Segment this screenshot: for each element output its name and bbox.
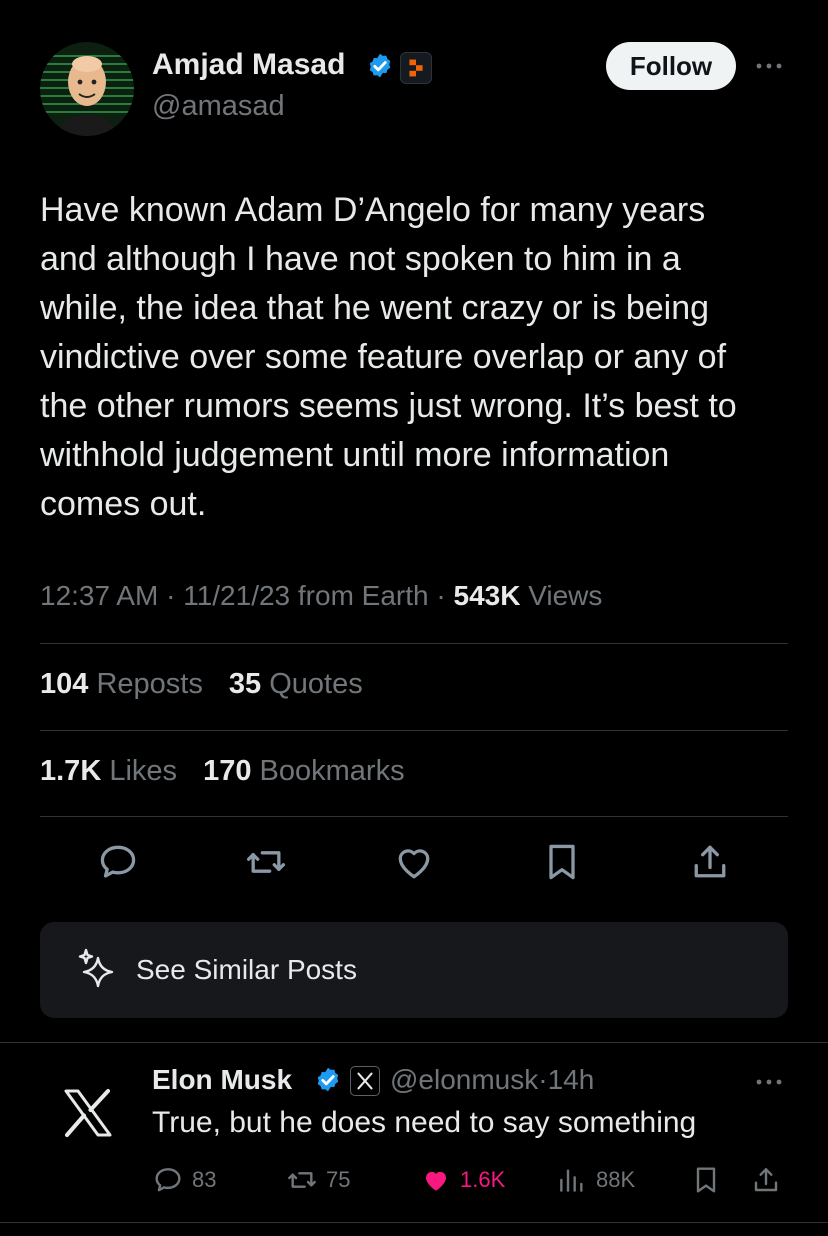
reply-views-button[interactable]: 88K <box>556 1162 635 1198</box>
views-label: Views <box>528 580 603 611</box>
x-affiliation-badge-icon[interactable] <box>350 1066 380 1096</box>
tweet-source: from Earth <box>297 580 429 611</box>
bookmarks-label: Bookmarks <box>259 755 405 787</box>
reply-views-count: 88K <box>596 1167 636 1192</box>
reply-handle-time: @elonmusk·14h <box>390 1064 594 1096</box>
reply-likes-count: 1.6K <box>460 1167 506 1192</box>
see-similar-posts-label: See Similar Posts <box>136 954 357 985</box>
reply-reposts-count: 75 <box>326 1167 351 1192</box>
bookmarks-stat[interactable]: 170 Bookmarks <box>203 755 405 787</box>
views-icon <box>560 1169 583 1192</box>
divider <box>0 1222 828 1223</box>
quotes-label: Quotes <box>269 668 363 700</box>
quotes-count: 35 <box>228 668 262 700</box>
meta-separator: · <box>538 1064 548 1095</box>
like-icon[interactable] <box>392 840 436 884</box>
reply-reply-button[interactable]: 83 <box>152 1162 216 1198</box>
divider <box>40 730 788 731</box>
divider <box>40 643 788 644</box>
tweet-time[interactable]: 12:37 AM <box>40 580 158 611</box>
reply-time[interactable]: 14h <box>548 1064 595 1095</box>
reply-like-button[interactable]: 1.6K <box>420 1162 505 1198</box>
verified-badge-icon[interactable] <box>366 52 394 80</box>
quotes-stat[interactable]: 35 Quotes <box>229 668 363 700</box>
verified-badge-icon[interactable] <box>314 1066 342 1094</box>
likes-count: 1.7K <box>40 755 102 787</box>
reply-author-name[interactable]: Elon Musk <box>152 1064 292 1096</box>
views-count[interactable]: 543K <box>454 580 521 611</box>
bookmark-icon <box>696 1167 716 1193</box>
author-name[interactable]: Amjad Masad <box>152 48 345 82</box>
author-handle[interactable]: @amasad <box>152 90 285 123</box>
tweet-date[interactable]: 11/21/23 <box>183 580 290 611</box>
affiliation-badge-icon[interactable] <box>400 52 432 84</box>
reply-text: True, but he does need to say something <box>152 1106 697 1139</box>
repost-quote-stats: 104 Reposts 35 Quotes <box>40 668 363 701</box>
like-icon <box>426 1171 446 1191</box>
reposts-stat[interactable]: 104 Reposts <box>40 668 203 700</box>
meta-separator: · <box>166 580 184 611</box>
divider <box>40 816 788 817</box>
reply-handle[interactable]: @elonmusk <box>390 1064 538 1095</box>
reposts-label: Reposts <box>96 668 203 700</box>
share-icon <box>754 1168 778 1192</box>
more-options-icon[interactable] <box>752 56 786 76</box>
reply-repost-button[interactable]: 75 <box>286 1162 350 1198</box>
reply-replies-count: 83 <box>192 1167 217 1192</box>
likes-label: Likes <box>109 755 178 787</box>
meta-separator: · <box>436 580 454 611</box>
reply-icon <box>155 1168 181 1192</box>
x-logo-icon[interactable] <box>62 1088 114 1138</box>
repost-icon <box>288 1172 316 1188</box>
bookmark-icon[interactable] <box>540 840 584 884</box>
follow-button[interactable]: Follow <box>606 42 736 90</box>
reply-icon[interactable] <box>96 840 140 884</box>
see-similar-posts-button[interactable]: See Similar Posts <box>40 922 788 1018</box>
reply-bookmark-button[interactable] <box>690 1162 730 1198</box>
bookmarks-count: 170 <box>203 755 252 787</box>
tweet-text: Have known Adam D’Angelo for many years … <box>40 191 737 523</box>
reposts-count: 104 <box>40 668 89 700</box>
divider <box>0 1042 828 1043</box>
author-avatar[interactable] <box>40 42 134 136</box>
reply-share-button[interactable] <box>750 1162 790 1198</box>
repost-icon[interactable] <box>244 840 288 884</box>
likes-stat[interactable]: 1.7K Likes <box>40 755 177 787</box>
tweet-metadata: 12:37 AM · 11/21/23 from Earth · 543K Vi… <box>40 580 602 612</box>
sparkle-icon <box>74 946 122 994</box>
more-options-icon[interactable] <box>752 1072 786 1092</box>
share-icon[interactable] <box>688 840 732 884</box>
likes-bookmarks-stats: 1.7K Likes 170 Bookmarks <box>40 755 405 788</box>
